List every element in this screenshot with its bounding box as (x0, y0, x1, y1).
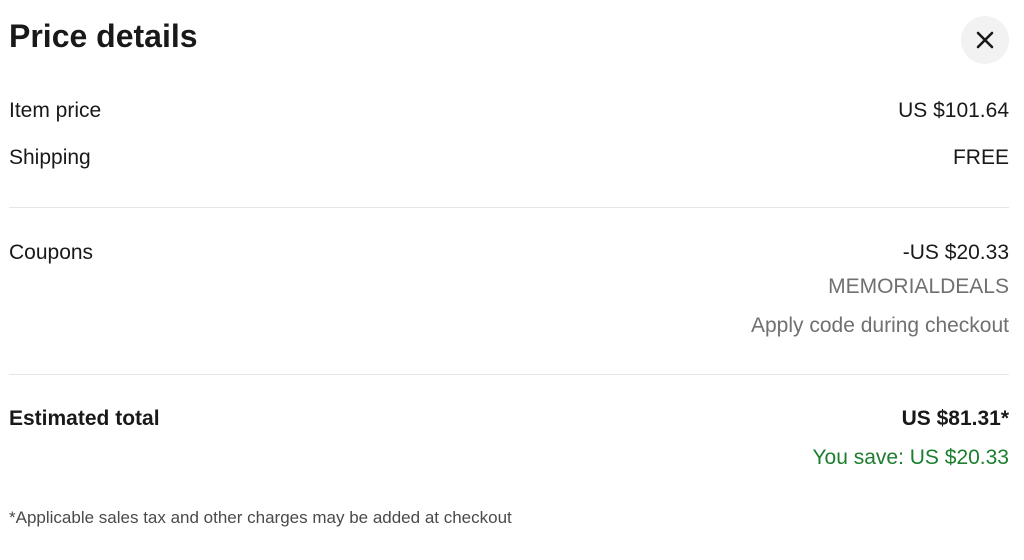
savings-value: You save: US $20.33 (812, 446, 1009, 469)
estimated-total-value: US $81.31* (901, 407, 1009, 430)
coupons-label: Coupons (9, 241, 94, 264)
item-price-row: Item price US $101.64 (9, 97, 1009, 125)
divider (9, 207, 1009, 208)
estimated-total-label: Estimated total (9, 407, 160, 430)
item-price-label: Item price (9, 99, 102, 122)
coupon-note: Apply code during checkout (751, 314, 1009, 337)
shipping-value: FREE (952, 146, 1009, 169)
coupons-row: Coupons -US $20.33 (9, 239, 1009, 267)
item-price-value: US $101.64 (898, 99, 1009, 122)
savings-row: You save: US $20.33 (9, 444, 1009, 472)
tax-footnote: *Applicable sales tax and other charges … (9, 508, 512, 527)
coupon-code-row: MEMORIALDEALS (9, 273, 1009, 301)
close-icon (976, 31, 994, 49)
coupon-note-row: Apply code during checkout (9, 312, 1009, 340)
price-details-dialog: Price details Item price US $101.64 Ship… (0, 0, 1024, 560)
coupons-value: -US $20.33 (902, 241, 1009, 264)
coupon-code: MEMORIALDEALS (828, 275, 1009, 298)
shipping-label: Shipping (9, 146, 91, 169)
dialog-title: Price details (9, 18, 198, 54)
divider (9, 374, 1009, 375)
estimated-total-row: Estimated total US $81.31* (9, 405, 1009, 433)
shipping-row: Shipping FREE (9, 144, 1009, 172)
dialog-header: Price details (9, 16, 1009, 64)
close-button[interactable] (961, 16, 1009, 64)
